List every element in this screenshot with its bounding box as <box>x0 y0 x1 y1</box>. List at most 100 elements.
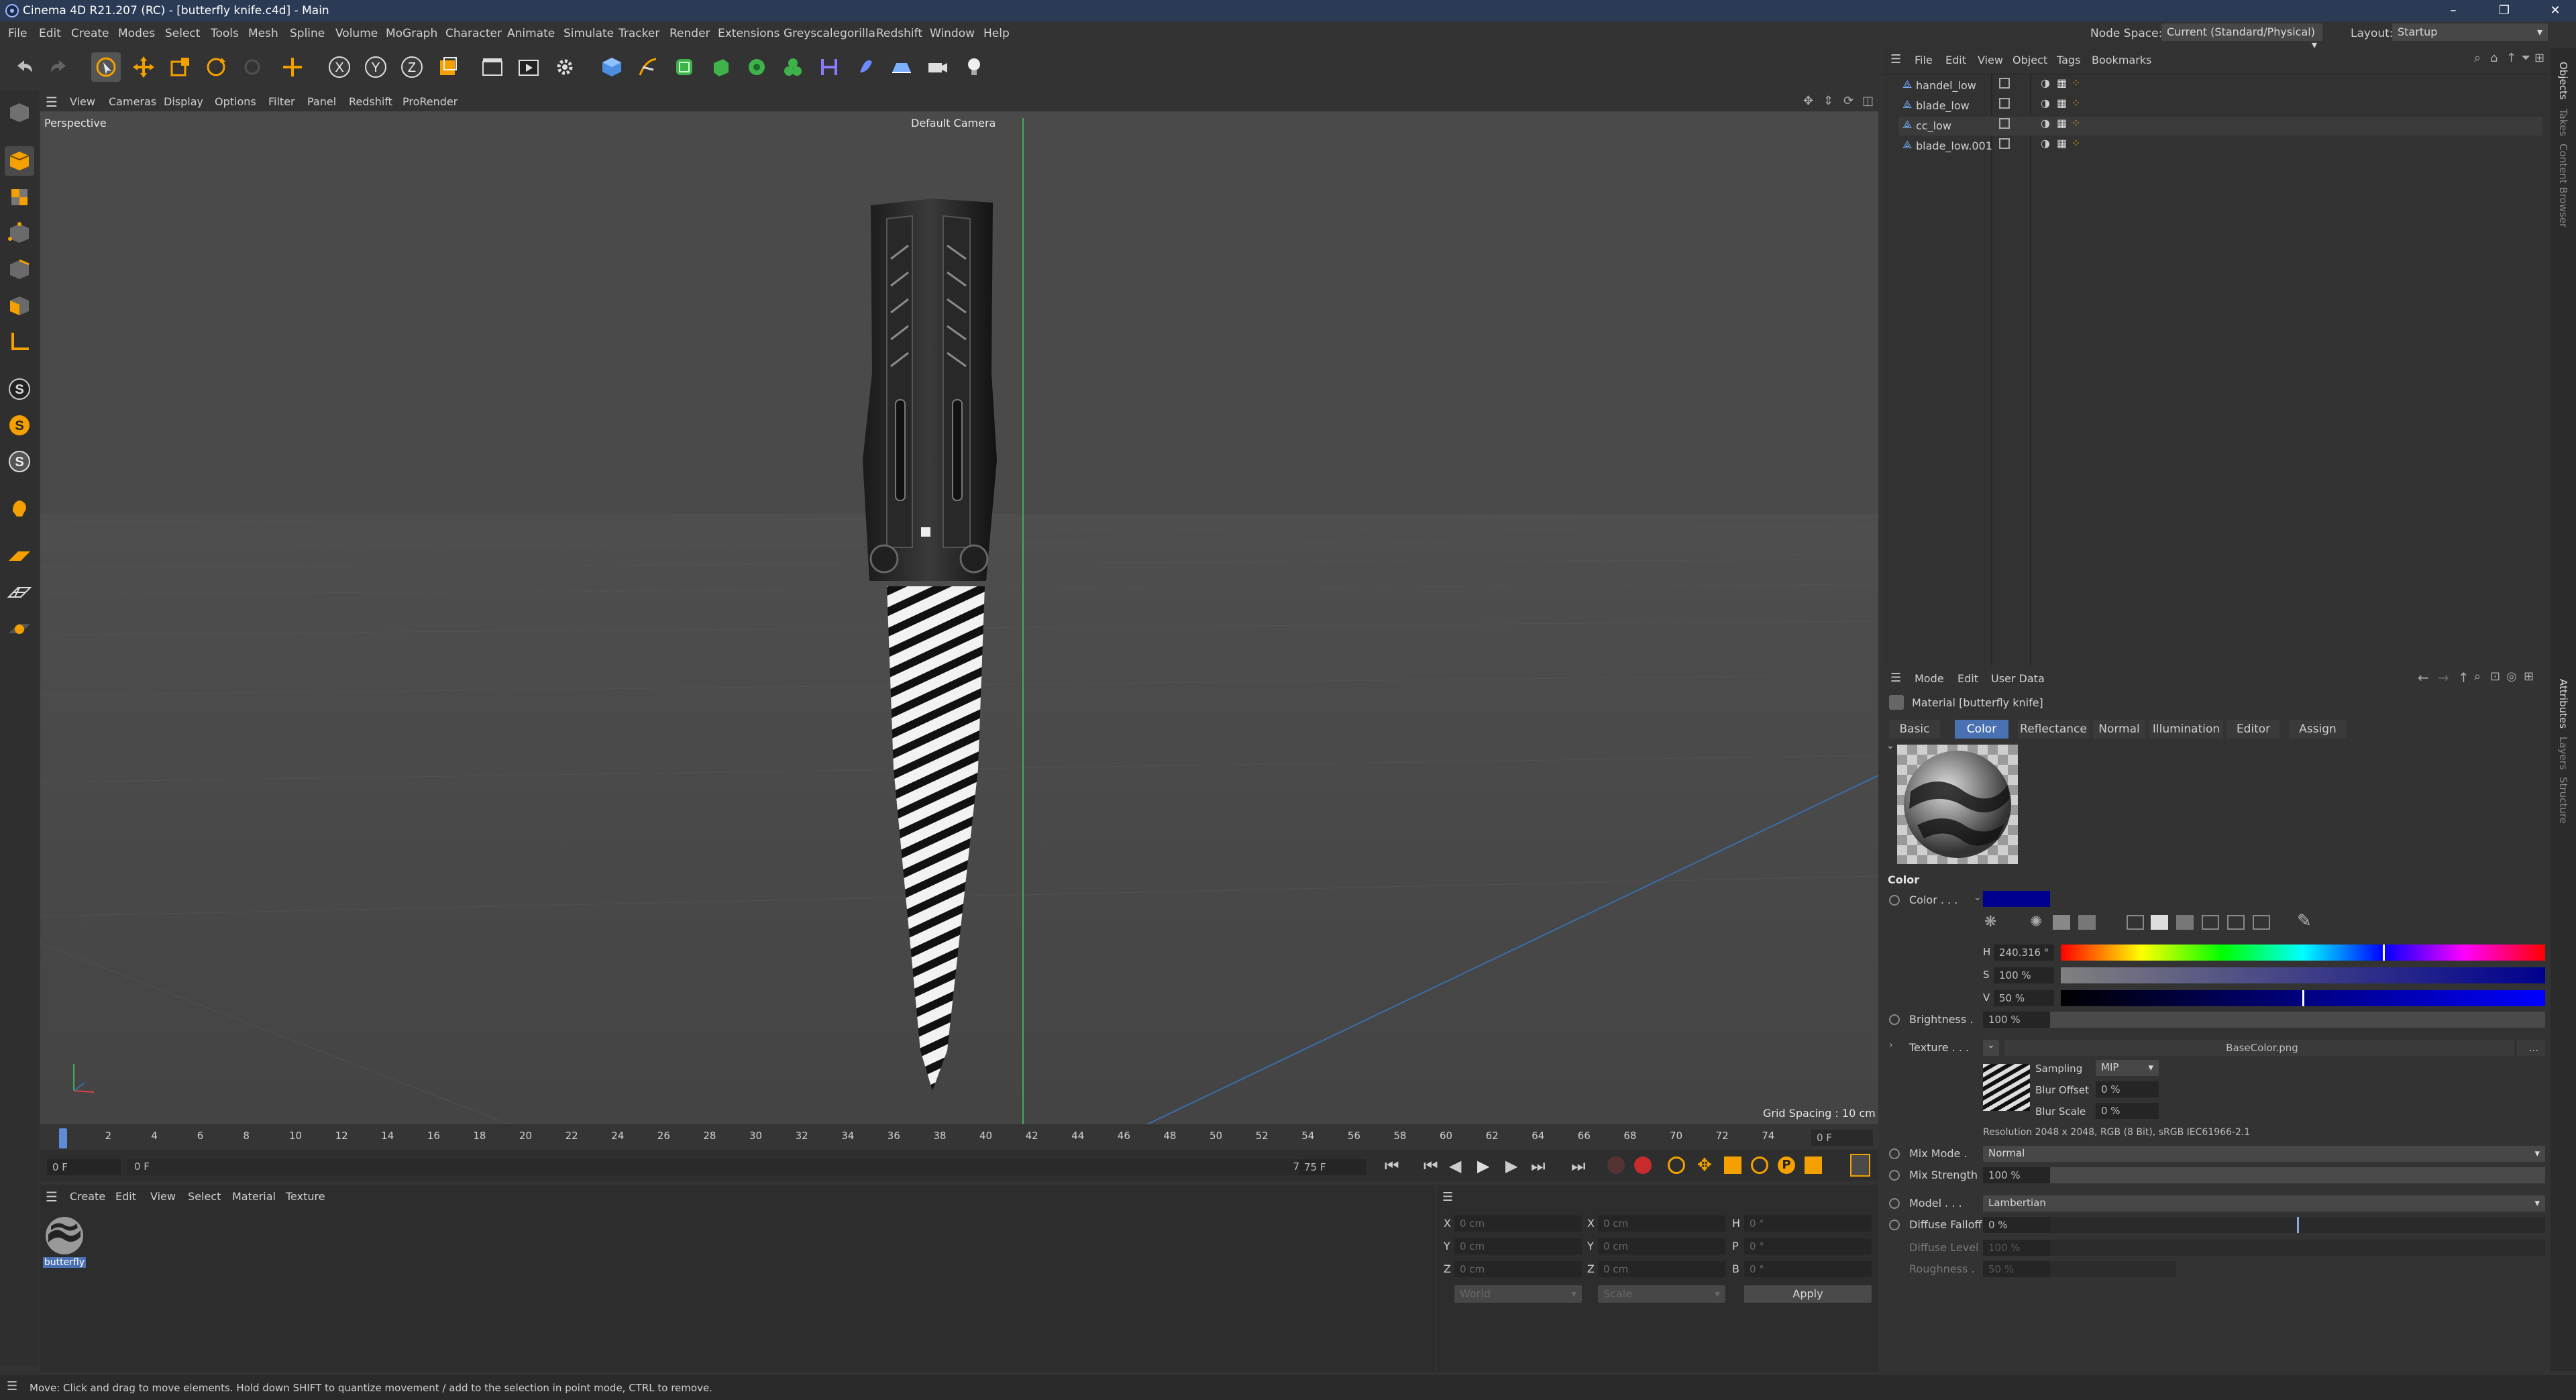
up-arrow-icon[interactable]: ↑ <box>2458 669 2469 686</box>
axis-mode-button[interactable] <box>5 327 34 357</box>
key-parameter-icon[interactable]: P <box>1778 1156 1795 1174</box>
pos-z-field[interactable]: 0 cm <box>1454 1261 1582 1277</box>
phong-tag-icon[interactable]: ◑ <box>2041 76 2050 89</box>
toggle-view-icon[interactable]: ◫ <box>1862 94 1874 108</box>
material-tag-icon[interactable]: ▦ <box>2057 117 2067 129</box>
menu-edit[interactable]: Edit <box>39 27 61 40</box>
material-tag-icon[interactable]: ▦ <box>2057 76 2067 89</box>
menu-volume[interactable]: Volume <box>335 27 378 40</box>
tab-reflectance[interactable]: Reflectance <box>2018 720 2089 739</box>
attr-menu-edit[interactable]: Edit <box>1957 672 1978 685</box>
workplane-snap-button[interactable]: S <box>5 447 34 476</box>
render-picture-viewer-button[interactable] <box>514 52 543 82</box>
uvw-tag-icon[interactable]: ⁘ <box>2072 97 2080 109</box>
menu-file[interactable]: File <box>8 27 27 40</box>
tab-normal[interactable]: Normal <box>2093 720 2145 739</box>
viewport[interactable]: Perspective Default Camera Grid Spacing … <box>40 111 1878 1124</box>
menu-help[interactable]: Help <box>983 27 1010 40</box>
tab-takes[interactable]: Takes <box>2557 109 2569 136</box>
value-handle[interactable] <box>2302 990 2304 1006</box>
mat-menu-create[interactable]: Create <box>70 1190 105 1203</box>
key-position-icon[interactable]: ✥ <box>1697 1155 1712 1175</box>
chevron-right-icon[interactable]: › <box>1889 1040 1893 1051</box>
mix-mode-dropdown[interactable]: Normal ▾ <box>1983 1146 2545 1162</box>
live-selection-button[interactable] <box>91 52 121 82</box>
apply-button[interactable]: Apply <box>1744 1285 1872 1303</box>
hamburger-icon[interactable]: ☰ <box>1890 671 1901 685</box>
move-button[interactable] <box>129 52 158 82</box>
brightness-field[interactable]: 100 % <box>1983 1012 2050 1028</box>
search-icon[interactable]: ⌕ <box>2474 669 2481 684</box>
back-arrow-icon[interactable]: ← <box>2418 669 2429 686</box>
next-frame-icon[interactable]: ▶ <box>1505 1156 1517 1175</box>
record-keys-icon[interactable] <box>1607 1156 1625 1174</box>
hue-slider[interactable] <box>2061 945 2545 961</box>
redo-button[interactable] <box>44 52 74 82</box>
diffuse-falloff-field[interactable]: 0 % <box>1983 1217 2050 1233</box>
frame-range-slider[interactable]: 0 F 75 F <box>127 1159 1322 1175</box>
texture-mode-button[interactable] <box>5 182 34 212</box>
material-preview[interactable] <box>1897 745 2018 864</box>
color-swatch[interactable] <box>1983 891 2050 907</box>
tab-assign[interactable]: Assign <box>2289 720 2347 739</box>
obj-menu-bookmarks[interactable]: Bookmarks <box>2092 54 2151 66</box>
texture-browse-button[interactable]: ... <box>2517 1040 2545 1056</box>
spectrum-mode-icon[interactable]: ✺ <box>2030 914 2042 930</box>
saturation-slider[interactable] <box>2061 967 2545 983</box>
snap-settings-button[interactable]: S <box>5 411 34 440</box>
go-to-end-icon[interactable]: ⏭ <box>1571 1156 1586 1175</box>
rotate-view-icon[interactable]: ⟳ <box>1843 94 1854 108</box>
hamburger-icon[interactable]: ☰ <box>46 1189 58 1205</box>
uvw-tag-icon[interactable]: ⁘ <box>2072 137 2080 150</box>
vp-menu-cameras[interactable]: Cameras <box>109 95 156 108</box>
undo-button[interactable] <box>9 52 39 82</box>
render-view-button[interactable] <box>478 52 507 82</box>
vp-menu-display[interactable]: Display <box>164 95 203 108</box>
recent-tool-button[interactable] <box>237 52 267 82</box>
blur-offset-field[interactable]: 0 % <box>2096 1081 2159 1097</box>
camera-label[interactable]: Default Camera <box>911 117 996 129</box>
edge-mode-button[interactable] <box>5 255 34 284</box>
end-frame-field[interactable]: 75 F <box>1299 1159 1366 1175</box>
visibility-check-icon[interactable] <box>1999 138 2010 149</box>
restore-button[interactable]: ❐ <box>2489 1 2520 20</box>
auto-key-icon[interactable] <box>1634 1156 1652 1174</box>
object-row[interactable]: ⟁ handel_low ◑ ▦ ⁘ <box>1898 76 2301 95</box>
attr-menu-user-data[interactable]: User Data <box>1991 672 2045 685</box>
deformer-button[interactable] <box>814 52 844 82</box>
rot-h-field[interactable]: 0 ° <box>1744 1216 1872 1232</box>
hamburger-icon[interactable]: ☰ <box>1890 52 1901 66</box>
texture-file-field[interactable]: BaseColor.png <box>2004 1040 2514 1056</box>
brightness-anim-radio[interactable] <box>1889 1014 1900 1025</box>
attr-menu-mode[interactable]: Mode <box>1915 672 1944 685</box>
mixing-mode-icon[interactable] <box>2078 915 2096 930</box>
mograph-button[interactable] <box>778 52 808 82</box>
menu-modes[interactable]: Modes <box>118 27 155 40</box>
tab-content-browser[interactable]: Content Browser <box>2557 144 2569 227</box>
menu-character[interactable]: Character <box>445 27 502 40</box>
uvw-tag-icon[interactable]: ⁘ <box>2072 76 2080 89</box>
roughness-slider[interactable] <box>2050 1261 2176 1277</box>
snap-button[interactable]: S <box>5 374 34 404</box>
polygon-mode-button[interactable] <box>5 291 34 321</box>
mix-mode-radio[interactable] <box>1889 1148 1900 1159</box>
extrude-button[interactable] <box>706 52 735 82</box>
menu-select[interactable]: Select <box>165 27 200 40</box>
subdivision-button[interactable] <box>669 52 699 82</box>
cube-button[interactable] <box>597 52 627 82</box>
chevron-down-icon[interactable]: ⌄ <box>1974 892 1982 903</box>
vp-menu-panel[interactable]: Panel <box>307 95 336 108</box>
menu-simulate[interactable]: Simulate <box>564 27 614 40</box>
home-icon[interactable]: ⌂ <box>2490 51 2498 65</box>
obj-menu-edit[interactable]: Edit <box>1945 54 1966 66</box>
hamburger-icon[interactable]: ☰ <box>1442 1190 1453 1204</box>
roughness-field[interactable]: 50 % <box>1983 1261 2050 1277</box>
camera-button[interactable] <box>923 52 953 82</box>
lock-icon[interactable]: ⊡ <box>2490 669 2500 684</box>
pen-button[interactable] <box>633 52 663 82</box>
forward-arrow-icon[interactable]: → <box>2438 669 2449 686</box>
visibility-check-icon[interactable] <box>1999 118 2010 129</box>
phong-tag-icon[interactable]: ◑ <box>2041 117 2050 129</box>
tab-color[interactable]: Color <box>1955 720 2008 739</box>
scale-button[interactable] <box>165 52 195 82</box>
